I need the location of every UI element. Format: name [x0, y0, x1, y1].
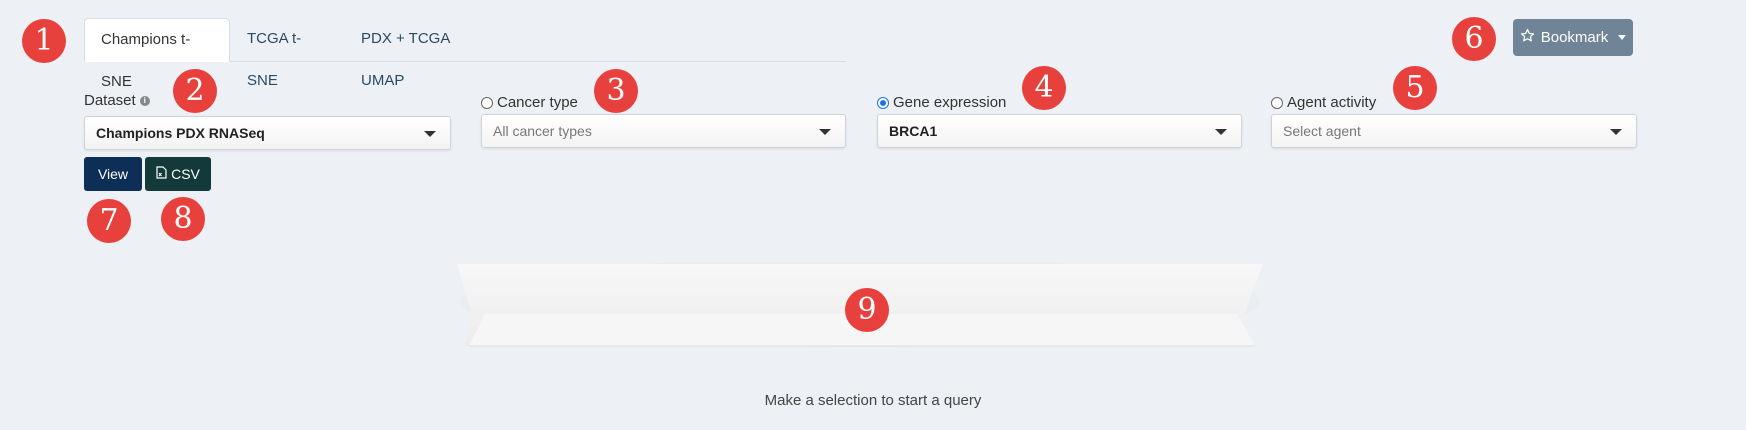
agent-select[interactable]: Select agent: [1271, 114, 1637, 148]
annotation-badge: 4: [1022, 66, 1066, 110]
dataset-select[interactable]: Champions PDX RNASeq: [84, 116, 451, 150]
dataset-label-group: Dataset i: [84, 92, 150, 109]
annotation-badge: 3: [594, 69, 638, 113]
file-csv-icon: [156, 166, 167, 182]
dataset-select-value: Champions PDX RNASeq: [96, 125, 265, 141]
csv-button[interactable]: CSV: [145, 157, 211, 191]
tab-pdx-tcga-umap[interactable]: PDX + TCGA UMAP: [345, 18, 495, 89]
annotation-badge: 2: [173, 69, 217, 113]
cancer-type-placeholder: All cancer types: [493, 123, 592, 139]
agent-activity-label: Agent activity: [1287, 94, 1377, 111]
plot-tabs: Champions t-SNE TCGA t-SNE PDX + TCGA UM…: [84, 18, 846, 90]
annotation-badge: 8: [161, 197, 205, 241]
dropdown-arrow-icon: [819, 129, 831, 135]
gene-expression-label: Gene expression: [893, 94, 1007, 111]
gene-select-value: BRCA1: [889, 123, 938, 139]
gene-expression-label-group: Gene expression: [877, 94, 1006, 111]
dropdown-arrow-icon: [1610, 129, 1622, 135]
annotation-badge: 6: [1452, 17, 1496, 61]
agent-select-placeholder: Select agent: [1283, 123, 1361, 139]
annotation-badge: 9: [845, 288, 889, 332]
cancer-type-radio[interactable]: [481, 96, 493, 109]
agent-activity-radio[interactable]: [1271, 96, 1283, 109]
agent-activity-label-group: Agent activity: [1271, 94, 1376, 111]
annotation-badge: 5: [1393, 66, 1437, 110]
view-button[interactable]: View: [84, 157, 142, 191]
empty-state-hint: Make a selection to start a query: [764, 392, 982, 409]
gene-expression-radio[interactable]: [877, 96, 889, 109]
star-icon: [1520, 28, 1535, 47]
cancer-type-label-group: Cancer type: [481, 94, 578, 111]
dropdown-arrow-icon: [424, 131, 436, 137]
annotation-badge: 7: [87, 199, 131, 243]
csv-label: CSV: [171, 166, 200, 182]
bookmark-label: Bookmark: [1540, 29, 1609, 46]
dropdown-arrow-icon: [1215, 129, 1227, 135]
cancer-type-select[interactable]: All cancer types: [481, 114, 846, 148]
chevron-down-icon: [1618, 35, 1627, 40]
tab-tcga-tsne[interactable]: TCGA t-SNE: [231, 18, 345, 89]
gene-select[interactable]: BRCA1: [877, 114, 1242, 148]
annotation-badge: 1: [22, 19, 66, 63]
info-icon[interactable]: i: [139, 95, 150, 106]
bookmark-button[interactable]: Bookmark: [1513, 19, 1633, 56]
dataset-label: Dataset: [84, 92, 136, 109]
tab-champions-tsne[interactable]: Champions t-SNE: [84, 18, 230, 90]
cancer-type-label: Cancer type: [497, 94, 578, 111]
